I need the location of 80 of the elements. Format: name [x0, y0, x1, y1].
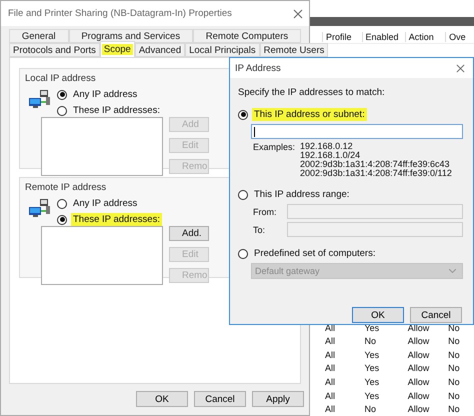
table-cell: Allow: [408, 404, 430, 414]
table-cell: Yes: [364, 390, 380, 401]
table-cell: Allow: [408, 322, 430, 333]
chevron-icon: [449, 269, 456, 273]
table-cell: No: [448, 377, 460, 388]
computers-icon: [29, 199, 51, 219]
radio-button[interactable]: [57, 214, 67, 224]
table-cell: All: [325, 350, 336, 360]
column-header[interactable]: Enabled: [362, 32, 399, 42]
computers-icon: [29, 90, 51, 110]
input-field[interactable]: [287, 204, 463, 219]
dialog-button[interactable]: Cancel: [194, 391, 246, 407]
table-cell: All: [325, 390, 336, 401]
tab[interactable]: Programs and Services: [68, 29, 193, 43]
radio-button[interactable]: [238, 110, 248, 120]
table-cell: All: [325, 363, 336, 374]
group-title: Remote IP address: [25, 182, 108, 193]
radio-button[interactable]: [57, 198, 67, 208]
table-cell: No: [448, 336, 460, 346]
tab[interactable]: Protocols and Ports: [9, 43, 100, 57]
table-cell: Yes: [364, 322, 380, 333]
table-cell: No: [448, 350, 460, 360]
table-cell: No: [448, 404, 460, 414]
tab[interactable]: Scope: [100, 41, 135, 57]
list-button[interactable]: Add.: [169, 226, 209, 241]
example-address: 2002:9d3b:1a31:4:208:74ff:fe39:6c43: [300, 160, 451, 169]
radio-label: Any IP address: [72, 197, 138, 210]
column-header[interactable]: Action: [404, 32, 434, 42]
table-cell: No: [364, 404, 376, 414]
window-title: File and Printer Sharing (NB-Datagram-In) Properties: [8, 8, 232, 19]
field-label: From:: [252, 206, 278, 216]
table-cell: All: [325, 336, 336, 346]
table-cell: No: [448, 363, 460, 374]
example-address: 192.168.0.12: [300, 142, 354, 151]
radio-label: This IP address or subnet:: [252, 108, 367, 121]
table-cell: Yes: [364, 377, 380, 388]
radio-button[interactable]: [238, 190, 248, 200]
input-field[interactable]: [287, 222, 463, 237]
dialog-button[interactable]: OK: [136, 391, 188, 407]
table-cell: No: [364, 336, 376, 346]
dialog-button[interactable]: OK: [352, 307, 404, 323]
column-header[interactable]: Profile: [322, 32, 352, 42]
column-header[interactable]: Ove: [445, 32, 466, 42]
tab[interactable]: Remote Users: [260, 43, 328, 57]
example-address: 192.168.1.0/24: [300, 151, 362, 160]
table-cell: No: [448, 322, 460, 333]
table-cell: Allow: [408, 336, 430, 346]
close-icon[interactable]: [293, 8, 303, 18]
radio-label: These IP addresses:: [72, 104, 161, 117]
table-cell: Yes: [364, 350, 380, 360]
radio-label: This IP address range:: [253, 188, 350, 201]
table-cell: No: [448, 390, 460, 401]
table-cell: All: [325, 377, 336, 388]
table-cell: Allow: [408, 377, 430, 388]
radio-button[interactable]: [57, 90, 67, 100]
close-icon[interactable]: [456, 64, 465, 72]
tab[interactable]: Remote Computers: [192, 29, 301, 43]
group-title: Local IP address: [25, 73, 97, 84]
radio-label: Predefined set of computers:: [253, 247, 376, 260]
table-cell: Yes: [364, 363, 380, 374]
example-address: 2002:9d3b:1a31:4:208:74ff:fe39:0/112: [300, 169, 452, 178]
tab[interactable]: General: [9, 29, 68, 43]
dialog-button[interactable]: Cancel: [410, 307, 462, 323]
radio-label: These IP addresses:: [71, 213, 162, 226]
input-field[interactable]: [251, 124, 463, 139]
dialog-button[interactable]: Apply: [252, 391, 304, 407]
table-cell: All: [325, 322, 336, 333]
prompt-text: Specify the IP addresses to match:: [238, 87, 386, 98]
table-cell: Allow: [408, 350, 430, 360]
tab[interactable]: Advanced: [134, 43, 186, 57]
examples-label: Examples:: [253, 142, 296, 154]
table-cell: Allow: [408, 390, 430, 401]
window-title: IP Address: [235, 62, 281, 74]
radio-button[interactable]: [57, 106, 67, 116]
radio-button[interactable]: [238, 248, 248, 258]
radio-label: Any IP address: [72, 88, 138, 101]
field-label: To:: [252, 224, 266, 234]
table-cell: Allow: [408, 363, 430, 374]
table-cell: All: [325, 404, 336, 414]
tab[interactable]: Local Principals: [185, 43, 260, 57]
